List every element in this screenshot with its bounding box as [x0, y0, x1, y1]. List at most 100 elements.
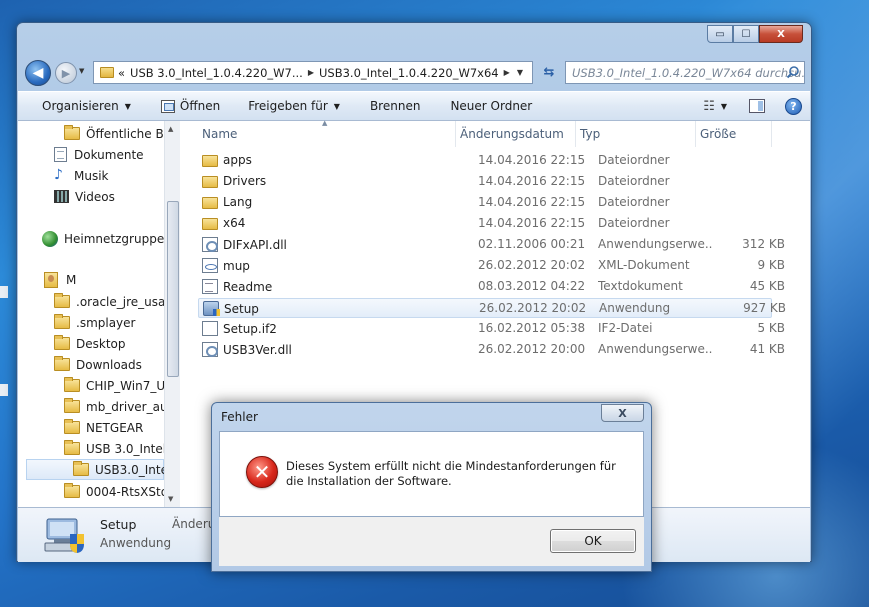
help-icon[interactable]: ? — [785, 97, 802, 115]
address-bar[interactable]: « USB 3.0_Intel_1.0.4.220_W7... ▶ USB3.0… — [93, 61, 533, 84]
folder-icon — [54, 293, 70, 308]
file-row[interactable]: Setup.if2 16.02.2012 05:38 IF2-Datei 5 KB — [198, 319, 785, 339]
organize-label: Organisieren — [42, 99, 119, 113]
sidebar-item-videos[interactable]: Videos — [54, 186, 180, 207]
file-row[interactable]: apps 14.04.2016 22:15 Dateiordner — [198, 151, 772, 171]
file-row[interactable]: USB3Ver.dll 26.02.2012 20:00 Anwendungserw… — [198, 340, 785, 360]
folder-icon — [64, 440, 80, 455]
file-type-cell: XML-Dokument — [598, 258, 690, 272]
file-row[interactable]: mup 26.02.2012 20:02 XML-Dokument 9 KB — [198, 256, 785, 276]
file-name-cell: Readme — [202, 279, 457, 294]
file-date-cell: 26.02.2012 20:00 — [478, 342, 586, 356]
dialog-footer: OK — [219, 517, 644, 566]
organize-button[interactable]: Organisieren ▼ — [42, 99, 131, 113]
file-row[interactable]: DIFxAPI.dll 02.11.2006 00:21 Anwendungserw… — [198, 235, 785, 255]
file-name: DIFxAPI.dll — [223, 237, 287, 252]
file-name-cell: DIFxAPI.dll — [202, 237, 457, 252]
file-type-cell: IF2-Datei — [598, 321, 653, 335]
file-row[interactable]: Readme 08.03.2012 04:22 Textdokument 45 KB — [198, 277, 785, 297]
scrollbar-thumb[interactable] — [167, 201, 179, 377]
sidebar-item-usb3-intel-selected[interactable]: USB3.0_Intel_ — [26, 459, 177, 480]
forward-arrow-icon[interactable]: ▶ — [55, 62, 77, 84]
chevron-down-icon[interactable]: ▼ — [517, 68, 523, 77]
file-name-cell: mup — [202, 258, 457, 273]
recent-pages-dropdown-icon[interactable]: ▼ — [79, 67, 84, 75]
file-date-cell: 16.02.2012 05:38 — [478, 321, 586, 335]
xml-file-icon — [202, 258, 218, 273]
dialog-close-button[interactable]: X — [601, 404, 644, 422]
column-header-date[interactable]: Änderungsdatum — [456, 121, 576, 147]
sidebar-item-music[interactable]: ♪ Musik — [54, 165, 180, 186]
burn-button[interactable]: Brennen — [370, 99, 420, 113]
new-folder-label: Neuer Ordner — [450, 99, 533, 113]
back-arrow-icon[interactable]: ◀ — [25, 60, 51, 86]
sidebar-item-oracle[interactable]: .oracle_jre_usage — [54, 291, 180, 312]
sidebar-item-usb-intel[interactable]: USB 3.0_Intel_1 — [64, 438, 180, 459]
scroll-down-icon[interactable]: ▼ — [168, 495, 173, 503]
sidebar-item-label: CHIP_Win7_Up — [86, 378, 173, 393]
chevron-down-icon: ▼ — [333, 101, 340, 111]
sidebar-item-documents[interactable]: Dokumente — [54, 144, 180, 165]
file-row[interactable]: Setup 26.02.2012 20:02 Anwendung 927 KB — [198, 298, 786, 318]
sidebar-item-mb-driver[interactable]: mb_driver_aud — [64, 396, 180, 417]
minimize-button[interactable]: ▭ — [707, 25, 733, 43]
file-date-cell: 14.04.2016 22:15 — [478, 195, 586, 209]
dialog-title: Fehler — [221, 410, 258, 424]
sidebar-item-netgear[interactable]: NETGEAR — [64, 417, 180, 438]
close-button[interactable]: X — [759, 25, 803, 43]
sidebar-item-smplayer[interactable]: .smplayer — [54, 312, 180, 333]
chevron-down-icon[interactable]: ▼ — [721, 102, 727, 111]
open-button[interactable]: Öffnen — [160, 99, 221, 113]
sidebar-scrollbar[interactable]: ▲ ▼ — [164, 121, 180, 507]
dialog-message: Dieses System erfüllt nicht die Mindesta… — [286, 459, 616, 488]
breadcrumb-segment[interactable]: USB 3.0_Intel_1.0.4.220_W7... — [130, 66, 303, 80]
sidebar-item-desktop[interactable]: Desktop — [54, 333, 180, 354]
file-date-cell: 14.04.2016 22:15 — [478, 216, 586, 230]
breadcrumb-segment[interactable]: USB3.0_Intel_1.0.4.220_W7x64 — [319, 66, 499, 80]
sidebar-item-public-pictures[interactable]: Öffentliche Bilder — [64, 123, 180, 144]
folder-file-icon — [202, 155, 218, 167]
music-icon: ♪ — [54, 167, 63, 183]
preview-pane-icon[interactable] — [749, 99, 765, 113]
file-row[interactable]: Drivers 14.04.2016 22:15 Dateiordner — [198, 172, 772, 192]
folder-file-icon — [202, 197, 218, 209]
sidebar-item-chip[interactable]: CHIP_Win7_Up — [64, 375, 180, 396]
open-label: Öffnen — [179, 99, 221, 113]
sort-ascending-icon: ▲ — [322, 119, 328, 127]
folder-icon — [64, 398, 80, 413]
maximize-button[interactable]: ☐ — [733, 25, 759, 43]
file-name: Drivers — [223, 174, 267, 188]
scroll-up-icon[interactable]: ▲ — [168, 125, 173, 133]
sidebar-item-label: Heimnetzgruppe — [64, 231, 165, 246]
file-row[interactable]: x64 14.04.2016 22:15 Dateiordner — [198, 214, 772, 234]
error-dialog: Fehler X ✕ Dieses System erfüllt nicht d… — [211, 402, 652, 572]
sidebar-item-rtsxstor[interactable]: 0004-RtsXStor_ — [64, 481, 180, 502]
file-size-cell: 5 KB — [757, 321, 785, 335]
sidebar-item-label: Videos — [75, 189, 115, 204]
sidebar-item-homegroup[interactable]: Heimnetzgruppe — [42, 228, 180, 249]
view-options-icon[interactable]: ☷ — [703, 99, 715, 114]
ok-button[interactable]: OK — [550, 529, 636, 553]
search-icon[interactable] — [786, 65, 800, 79]
search-input[interactable]: USB3.0_Intel_1.0.4.220_W7x64 durchsu... — [565, 61, 805, 84]
column-header-name[interactable]: Name ▲ — [198, 119, 456, 147]
file-type-cell: Textdokument — [598, 279, 683, 293]
setup-file-icon — [203, 301, 220, 316]
chevron-right-icon[interactable]: ▶ — [504, 68, 510, 77]
chevron-right-icon[interactable]: ▶ — [308, 68, 314, 77]
caption-buttons: ▭ ☐ X — [707, 25, 803, 43]
address-overflow[interactable]: « — [118, 66, 125, 80]
column-header-size[interactable]: Größe — [696, 121, 772, 147]
dll-file-icon — [202, 342, 218, 357]
file-date-cell: 26.02.2012 20:02 — [478, 258, 586, 272]
column-header-type[interactable]: Typ — [576, 121, 696, 147]
refresh-icon[interactable]: ⇆ — [539, 61, 559, 84]
file-size-cell: 45 KB — [749, 279, 785, 293]
sidebar-item-user[interactable]: M — [44, 269, 180, 290]
new-folder-button[interactable]: Neuer Ordner — [450, 99, 532, 113]
sidebar-item-label: Desktop — [76, 336, 126, 351]
file-row[interactable]: Lang 14.04.2016 22:15 Dateiordner — [198, 193, 772, 213]
share-button[interactable]: Freigeben für ▼ — [248, 99, 340, 113]
folder-icon — [64, 483, 80, 498]
sidebar-item-downloads[interactable]: Downloads — [54, 354, 180, 375]
